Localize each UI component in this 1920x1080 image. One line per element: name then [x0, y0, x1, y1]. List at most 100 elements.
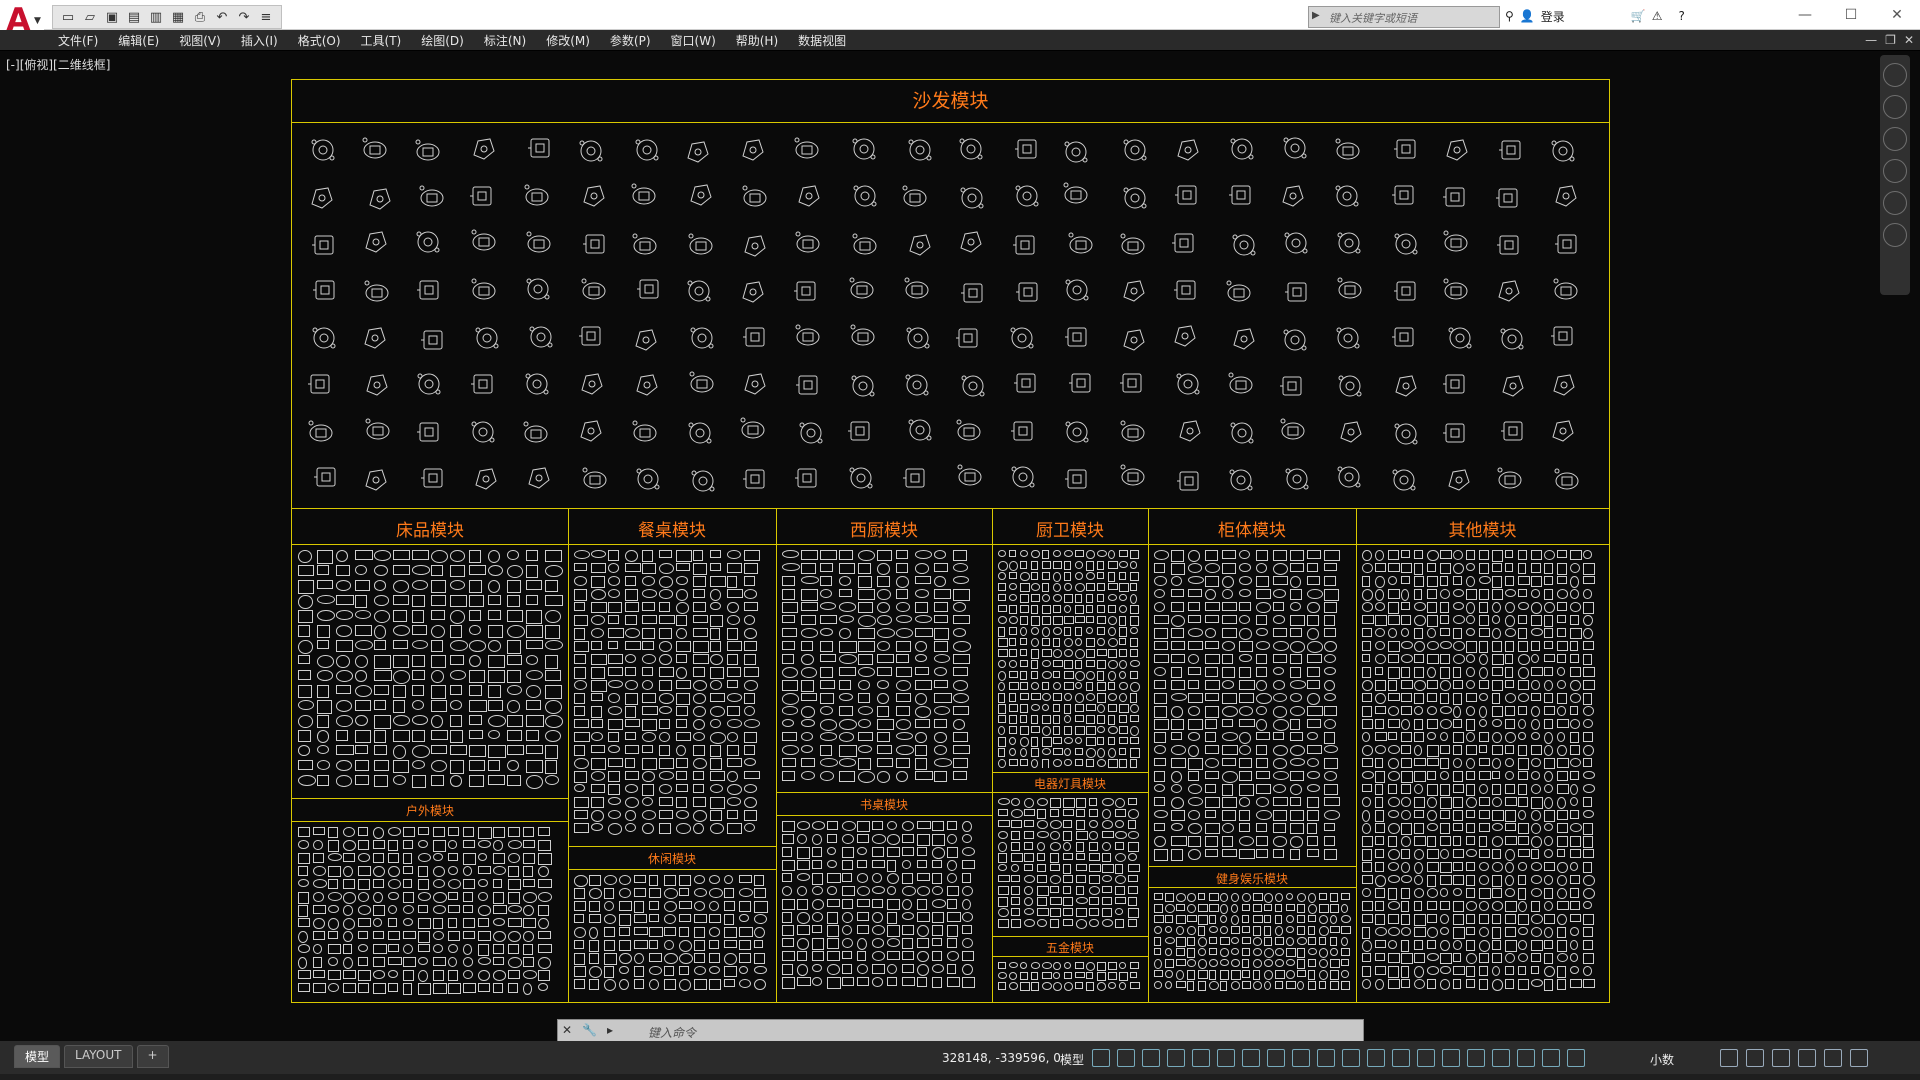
doc-close-button[interactable]: ✕ — [1904, 33, 1914, 47]
binoculars-icon[interactable]: ⚲ — [1505, 9, 1514, 23]
block-symbol-icon — [1401, 823, 1413, 835]
hardware-acceleration-icon[interactable] — [1798, 1049, 1816, 1067]
3d-osnap-icon[interactable] — [1392, 1049, 1410, 1067]
block-symbol-icon — [953, 758, 969, 769]
gizmo-icon[interactable] — [1467, 1049, 1485, 1067]
wrench-icon[interactable]: 🔧 — [582, 1023, 597, 1037]
menu-insert[interactable]: 插入(I) — [241, 32, 278, 49]
maximize-button[interactable]: ☐ — [1828, 0, 1874, 29]
block-symbol-icon — [1307, 654, 1322, 663]
auto-scale-icon[interactable] — [1517, 1049, 1535, 1067]
clean-screen-icon[interactable] — [1824, 1049, 1842, 1067]
command-prompt-icon[interactable]: ▸ — [607, 1023, 613, 1037]
menu-data-view[interactable]: 数据视图 — [798, 32, 846, 49]
block-symbol-icon — [1297, 959, 1306, 969]
login-button[interactable]: 登录 — [1541, 8, 1565, 25]
menu-file[interactable]: 文件(F) — [58, 32, 98, 49]
menu-help[interactable]: 帮助(H) — [736, 32, 778, 49]
drawing-canvas[interactable]: [-][俯视][二维线框] 沙发模块 床品模块 餐桌模块 西厨模块 厨卫模块 柜… — [0, 51, 1920, 1041]
object-snap-tracking-icon[interactable] — [1267, 1049, 1285, 1067]
isolate-objects-icon[interactable] — [1772, 1049, 1790, 1067]
navigation-bar[interactable] — [1880, 55, 1910, 295]
menu-format[interactable]: 格式(O) — [298, 32, 341, 49]
transparency-icon[interactable] — [1342, 1049, 1360, 1067]
lock-ui-icon[interactable] — [1746, 1049, 1764, 1067]
block-symbol-icon — [812, 899, 824, 910]
block-symbol-icon — [1531, 563, 1542, 573]
command-input[interactable]: 键入命令 — [648, 1024, 696, 1041]
polar-icon[interactable] — [1217, 1049, 1235, 1067]
customization-icon[interactable] — [1850, 1049, 1868, 1067]
zoom-icon[interactable] — [1883, 159, 1907, 183]
undo-icon[interactable]: ↶ — [214, 9, 230, 25]
menu-edit[interactable]: 编辑(E) — [118, 32, 159, 49]
ortho-icon[interactable] — [1192, 1049, 1210, 1067]
block-symbol-icon — [343, 853, 355, 862]
menu-draw[interactable]: 绘图(D) — [421, 32, 464, 49]
save-icon[interactable]: ▣ — [104, 9, 120, 25]
coordinates-readout[interactable]: 328148, -339596, 0 — [942, 1051, 1061, 1065]
menu-dimension[interactable]: 标注(N) — [484, 32, 526, 49]
doc-minimize-button[interactable]: — — [1865, 33, 1877, 47]
menu-view[interactable]: 视图(V) — [179, 32, 221, 49]
infer-constraints-icon[interactable] — [1142, 1049, 1160, 1067]
annotation-visibility-icon[interactable] — [1492, 1049, 1510, 1067]
model-space-button[interactable]: 模型 — [1060, 1051, 1084, 1068]
minimize-button[interactable]: — — [1782, 0, 1828, 29]
tab-layout[interactable]: LAYOUT — [64, 1045, 133, 1068]
open-icon[interactable]: ▱ — [82, 9, 98, 25]
menu-tools[interactable]: 工具(T) — [361, 32, 402, 49]
block-symbol-icon — [1024, 897, 1033, 906]
new-icon[interactable]: ▭ — [60, 9, 76, 25]
save-as-icon[interactable]: ▤ — [126, 9, 142, 25]
snap-icon[interactable] — [1117, 1049, 1135, 1067]
add-layout-button[interactable]: + — [136, 1045, 169, 1068]
tab-model[interactable]: 模型 — [14, 1045, 61, 1068]
customize-icon[interactable]: ≡ — [258, 9, 274, 25]
close-icon[interactable]: ✕ — [562, 1023, 572, 1037]
help-icon[interactable]: ? — [1678, 9, 1684, 23]
dynamic-ucs-icon[interactable] — [1417, 1049, 1435, 1067]
pan-icon[interactable] — [1883, 127, 1907, 151]
grid-icon[interactable] — [1092, 1049, 1110, 1067]
block-symbol-icon — [842, 938, 853, 949]
isodraft-icon[interactable] — [1242, 1049, 1260, 1067]
dynamic-input-icon[interactable] — [1167, 1049, 1185, 1067]
doc-restore-button[interactable]: ❐ — [1885, 33, 1896, 47]
viewport-controls-label[interactable]: [-][俯视][二维线框] — [6, 56, 110, 73]
annotation-monitor-icon[interactable] — [1567, 1049, 1585, 1067]
units-selector[interactable]: 小数 — [1650, 1051, 1674, 1068]
redo-icon[interactable]: ↷ — [236, 9, 252, 25]
menu-window[interactable]: 窗口(W) — [671, 32, 716, 49]
block-symbol-icon — [1037, 864, 1047, 872]
orbit-icon[interactable] — [1883, 191, 1907, 215]
selection-filter-icon[interactable] — [1442, 1049, 1460, 1067]
publish-icon[interactable]: ▦ — [170, 9, 186, 25]
cart-icon[interactable]: 🛒 — [1631, 9, 1646, 23]
workspace-gear-icon[interactable] — [1542, 1049, 1560, 1067]
expand-arrow-icon[interactable]: ▶ — [1312, 10, 1320, 21]
menu-modify[interactable]: 修改(M) — [546, 32, 590, 49]
close-button[interactable]: ✕ — [1874, 0, 1920, 29]
search-input[interactable]: ▶ 键入关键字或短语 — [1308, 6, 1500, 28]
showmotion-icon[interactable] — [1883, 223, 1907, 247]
exchange-icon[interactable]: ⚠ — [1652, 9, 1663, 23]
viewcube-icon[interactable] — [1883, 63, 1907, 87]
block-symbol-icon — [1154, 589, 1166, 599]
block-symbol-icon — [1388, 615, 1400, 626]
command-line[interactable]: ✕ 🔧 ▸ 键入命令 — [557, 1019, 1364, 1043]
menu-parametric[interactable]: 参数(P) — [610, 32, 651, 49]
block-symbol-icon — [1583, 979, 1595, 989]
quick-properties-icon[interactable] — [1720, 1049, 1738, 1067]
block-symbol-icon — [827, 821, 839, 830]
print-icon[interactable]: ⎙ — [192, 9, 208, 25]
block-symbol-icon — [1108, 737, 1116, 745]
block-symbol-icon — [1053, 550, 1061, 557]
object-snap-icon[interactable] — [1292, 1049, 1310, 1067]
steering-wheel-icon[interactable] — [1883, 95, 1907, 119]
selection-cycling-icon[interactable] — [1367, 1049, 1385, 1067]
export-icon[interactable]: ▥ — [148, 9, 164, 25]
block-symbol-icon — [1324, 667, 1336, 676]
block-symbol-icon — [619, 979, 629, 991]
lineweight-icon[interactable] — [1317, 1049, 1335, 1067]
